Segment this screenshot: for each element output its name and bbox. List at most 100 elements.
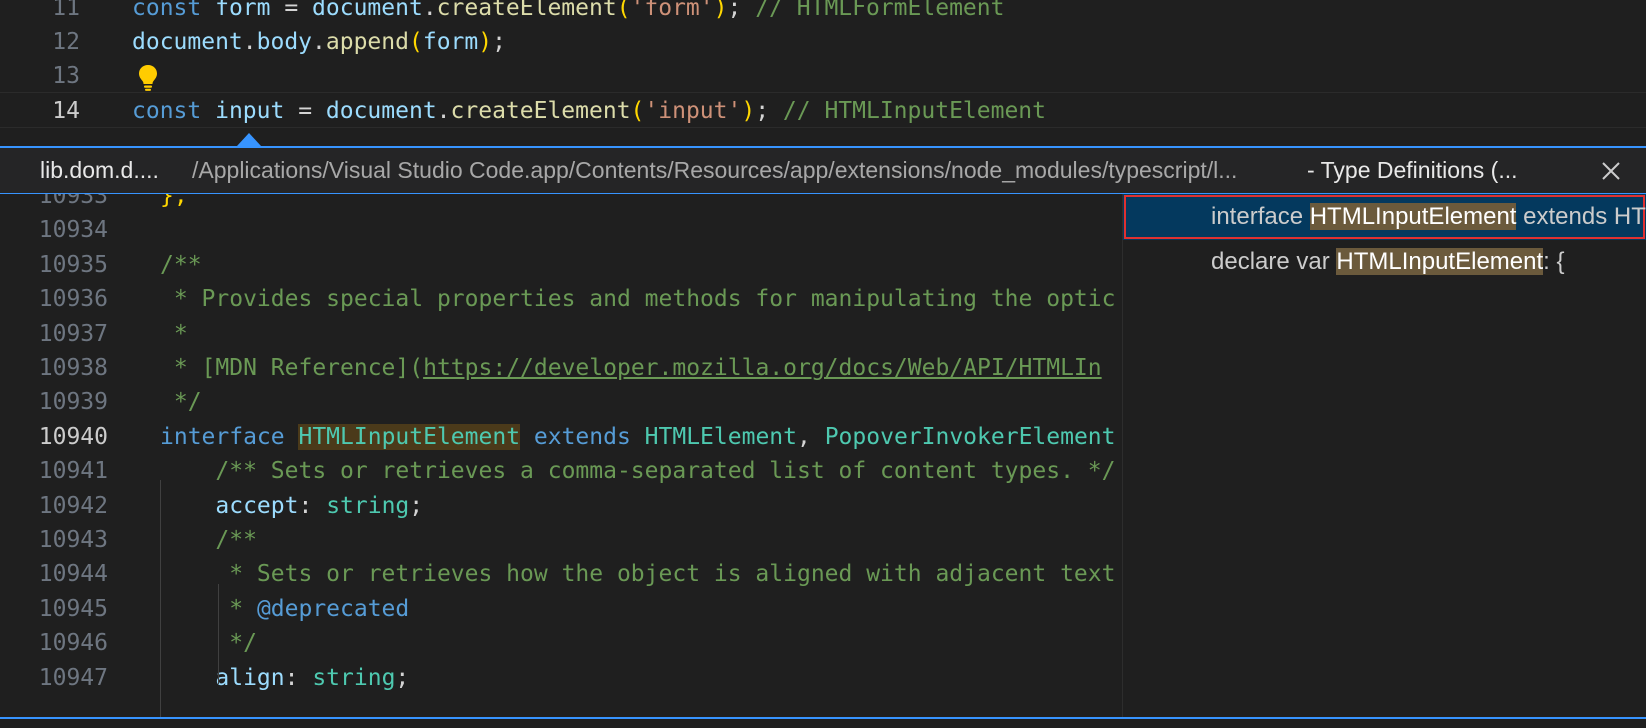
code-token: )	[741, 98, 756, 124]
code-token: =	[270, 0, 313, 21]
code-token: string	[326, 492, 410, 519]
code-token: document	[312, 0, 423, 21]
line-number: 12	[52, 29, 80, 55]
line-number: 10938	[38, 355, 108, 381]
line-number: 14	[52, 98, 80, 124]
line-number: 10946	[38, 630, 108, 657]
code-token: document	[132, 29, 243, 55]
code-text: * Provides special properties and method…	[160, 281, 1116, 317]
peek-editor[interactable]: 10933}; 10934 10935 /** 10936 * Provides spe…	[0, 194, 1122, 717]
peek-code-line[interactable]: 10934	[0, 212, 1122, 248]
code-text: */	[160, 384, 202, 420]
code-text: const input = document.createElement('in…	[132, 93, 1046, 129]
code-token: const	[132, 0, 216, 21]
code-token: document	[325, 98, 437, 124]
code-token: :	[284, 664, 313, 691]
code-token: */	[160, 630, 257, 657]
code-token: HTMLElement	[644, 423, 797, 450]
peek-code-line[interactable]: 10933};	[0, 194, 1122, 214]
peek-references-list: interface HTMLInputElement extends HTMLE…	[1123, 194, 1646, 717]
reference-text: declare var HTMLInputElement: {	[1211, 239, 1565, 285]
main-editor[interactable]: 11 const form = document.createElement('f…	[0, 0, 1646, 146]
code-token: form	[215, 0, 271, 21]
line-number: 10940	[38, 423, 108, 450]
reference-prefix: declare var	[1211, 248, 1337, 275]
code-token: input	[215, 98, 285, 124]
reference-prefix: interface	[1211, 203, 1310, 230]
line-number: 10934	[38, 217, 108, 244]
code-token: *	[160, 320, 188, 347]
code-token: ;	[409, 492, 424, 519]
code-token: :	[298, 492, 327, 519]
line-number: 10935	[38, 251, 108, 278]
peek-code-line[interactable]: 10940 interface HTMLInputElement extends …	[0, 419, 1122, 455]
peek-code-line[interactable]: 10947 align: string;	[0, 660, 1122, 696]
line-number: 10945	[38, 595, 108, 622]
code-text: const form = document.createElement('for…	[132, 0, 1004, 26]
code-text: document.body.append(form);	[132, 24, 506, 60]
line-number: 10943	[38, 527, 108, 553]
code-token: body	[256, 29, 313, 55]
code-token: extends	[520, 423, 645, 450]
reference-match: HTMLInputElement	[1309, 203, 1517, 230]
code-token: )	[713, 0, 728, 21]
peek-code-line[interactable]: 10945 * @deprecated	[0, 591, 1122, 627]
peek-widget: lib.dom.d.... /Applications/Visual Studi…	[0, 146, 1646, 719]
code-token: ;	[755, 98, 783, 124]
code-token: align	[160, 664, 285, 691]
peek-code-line[interactable]: 10943 /**	[0, 522, 1122, 558]
code-text: * [MDN Reference](https://developer.mozi…	[160, 350, 1102, 386]
code-token: 'input'	[644, 98, 742, 124]
line-number: 10941	[38, 458, 108, 485]
code-token: =	[284, 98, 326, 124]
reference-suffix: : {	[1543, 248, 1565, 275]
peek-title: - Type Definitions (...	[1307, 157, 1518, 183]
code-line[interactable]: 13	[0, 58, 1646, 94]
code-text: /**	[160, 247, 202, 283]
code-token: HTMLInputElement	[298, 423, 521, 450]
code-line[interactable]: 12 document.body.append(form);	[0, 24, 1646, 60]
code-token: /** Sets or retrieves a comma-separated …	[160, 458, 1116, 485]
reference-text: interface HTMLInputElement extends HTMLE…	[1211, 194, 1646, 240]
peek-code-line[interactable]: 10936 * Provides special properties and …	[0, 281, 1122, 317]
code-text: * Sets or retrieves how the object is al…	[160, 556, 1115, 592]
peek-code-line[interactable]: 10944 * Sets or retrieves how the object…	[0, 556, 1122, 592]
line-number: 10947	[38, 664, 108, 691]
line-number: 10933	[38, 194, 108, 209]
reference-item[interactable]: interface HTMLInputElement extends HTMLE…	[1123, 194, 1646, 240]
peek-code-line[interactable]: 10942 accept: string;	[0, 488, 1122, 524]
code-link[interactable]: https://developer.mozilla.org/docs/Web/A…	[423, 355, 1102, 381]
reference-item[interactable]: declare var HTMLInputElement: {	[1123, 239, 1646, 285]
line-number: 11	[52, 0, 80, 21]
reference-suffix: extends HTMLElement	[1523, 203, 1646, 230]
peek-file-name[interactable]: lib.dom.d....	[40, 148, 159, 192]
code-text: * @deprecated	[160, 591, 409, 627]
code-token: accept	[160, 492, 299, 519]
code-token: * Sets or retrieves how the object is al…	[160, 561, 1116, 588]
code-token: 'form'	[630, 0, 714, 21]
code-token: ;	[727, 0, 756, 21]
close-icon[interactable]	[1600, 160, 1622, 182]
code-text: */	[160, 625, 257, 661]
code-token: ;	[492, 29, 506, 55]
line-number: 13	[52, 63, 80, 89]
code-token: )	[478, 29, 493, 55]
peek-code-line[interactable]: 10935 /**	[0, 247, 1122, 283]
code-text: /** Sets or retrieves a comma-separated …	[160, 453, 1115, 489]
code-token: (	[408, 29, 423, 55]
peek-code-line[interactable]: 10937 *	[0, 316, 1122, 352]
peek-code-line[interactable]: 10938 * [MDN Reference](https://develope…	[0, 350, 1122, 386]
code-line[interactable]: 11 const form = document.createElement('f…	[0, 0, 1646, 26]
code-token: .	[312, 29, 326, 55]
peek-code-line[interactable]: 10946 */	[0, 625, 1122, 661]
code-line[interactable]: 14 const input = document.createElement('…	[0, 92, 1646, 128]
peek-code-line[interactable]: 10941 /** Sets or retrieves a comma-sepa…	[0, 453, 1122, 489]
peek-header: lib.dom.d.... /Applications/Visual Studi…	[0, 148, 1646, 194]
indent-guide	[160, 480, 161, 717]
code-token: /**	[160, 251, 202, 278]
code-token: .	[242, 29, 257, 55]
peek-code-line[interactable]: 10939 */	[0, 384, 1122, 420]
line-number: 10937	[38, 320, 108, 347]
lightbulb-icon[interactable]	[136, 63, 160, 93]
code-token: (	[616, 0, 631, 21]
